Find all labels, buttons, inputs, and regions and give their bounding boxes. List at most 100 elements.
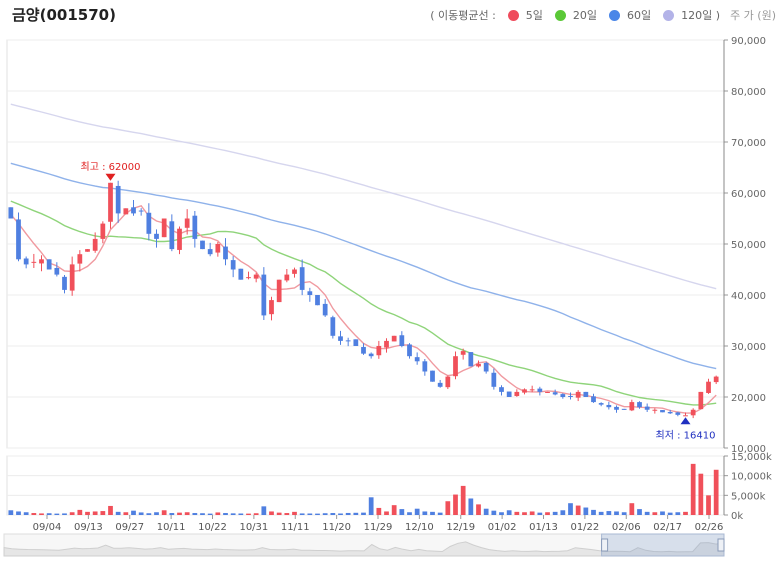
volume-bar — [54, 513, 60, 515]
date-tick-label: 02/17 — [653, 522, 682, 533]
navigator-selection[interactable] — [601, 533, 725, 557]
volume-bar — [384, 511, 389, 515]
date-tick-label: 10/11 — [157, 522, 186, 533]
candle-body — [468, 352, 474, 367]
volume-bar — [376, 507, 382, 515]
volume-bar — [223, 513, 228, 515]
volume-bar — [23, 512, 29, 515]
volume-bar — [62, 513, 67, 515]
candle-body — [85, 249, 90, 252]
volume-bar — [644, 511, 650, 515]
annotations: 최고 : 62000 최저 : 16410 — [81, 161, 716, 442]
volume-bar — [522, 512, 527, 515]
candle-body — [92, 238, 98, 251]
volume-bar — [207, 513, 213, 515]
candle-body — [246, 277, 251, 279]
date-tick-label: 12/19 — [446, 522, 475, 533]
volume-tick-label: 0k — [731, 511, 743, 522]
candle-body — [315, 295, 320, 306]
candle-body — [491, 372, 497, 387]
candle-body — [39, 259, 44, 264]
candle-body — [361, 347, 366, 354]
volume-bar — [368, 497, 374, 515]
volume-bar — [77, 509, 83, 515]
candle-body — [292, 269, 297, 274]
candle-body — [583, 391, 589, 397]
volume-bar — [560, 510, 566, 515]
candle-body — [16, 219, 21, 260]
candle-body — [230, 260, 236, 270]
candle-body — [591, 396, 596, 403]
candle-body — [253, 274, 259, 279]
date-tick-label: 01/13 — [529, 522, 558, 533]
candle-body — [629, 402, 635, 411]
low-marker-icon — [680, 417, 691, 425]
candle-body — [598, 403, 604, 405]
date-tick-label: 11/29 — [364, 522, 393, 533]
candlestick-series — [8, 180, 719, 419]
candle-body — [54, 267, 60, 275]
volume-bar — [192, 513, 198, 515]
volume-bar — [345, 512, 351, 515]
navigator-right-handle[interactable] — [717, 538, 725, 552]
volume-bar — [299, 513, 305, 515]
date-tick-label: 02/06 — [612, 522, 641, 533]
date-tick-label: 10/22 — [198, 522, 227, 533]
price-tick-label: 80,000 — [731, 87, 766, 98]
volume-bar — [154, 512, 159, 515]
candle-body — [192, 215, 198, 239]
candle-body — [529, 389, 535, 391]
volume-bar — [652, 512, 658, 515]
volume-grid — [6, 455, 725, 516]
navigator[interactable] — [3, 533, 725, 557]
candle-body — [399, 335, 405, 346]
candle-body — [499, 387, 504, 392]
volume-bar — [230, 513, 236, 515]
candle-body — [422, 361, 428, 372]
navigator-left-handle[interactable] — [601, 538, 609, 552]
volume-bar — [108, 505, 113, 515]
volume-bar — [698, 473, 704, 515]
candle-body — [506, 391, 512, 397]
candle-body — [483, 362, 489, 372]
date-tick-label: 09/13 — [74, 522, 103, 533]
volume-tick-label: 10,000k — [731, 472, 772, 483]
candle-body — [445, 376, 451, 388]
high-label: 최고 : 62000 — [81, 161, 141, 173]
candle-body — [652, 409, 658, 411]
volume-bar — [606, 511, 612, 515]
volume-bar — [683, 511, 688, 515]
date-tick-label: 02/26 — [695, 522, 724, 533]
volume-bar — [621, 512, 627, 515]
volume-bar — [552, 511, 558, 515]
candle-body — [384, 340, 389, 348]
volume-bar — [690, 463, 696, 515]
volume-bar — [514, 511, 520, 515]
candle-body — [8, 207, 14, 219]
volume-bar — [667, 512, 673, 515]
volume-bar — [430, 511, 435, 515]
volume-bar — [353, 512, 359, 515]
date-tick-label: 11/11 — [281, 522, 310, 533]
candle-body — [414, 357, 420, 362]
volume-bar — [414, 508, 420, 515]
volume-bar — [338, 513, 343, 515]
volume-bar — [422, 511, 428, 515]
price-tick-label: 70,000 — [731, 138, 766, 149]
candle-body — [200, 240, 205, 250]
price-tick-label: 60,000 — [731, 189, 766, 200]
candle-body — [31, 261, 37, 263]
volume-bar — [307, 513, 313, 515]
candle-body — [683, 415, 688, 417]
candle-body — [476, 363, 481, 367]
volume-bar — [713, 469, 719, 515]
candle-body — [330, 317, 336, 336]
candle-body — [660, 410, 665, 413]
moving-average-lines — [10, 103, 717, 414]
candle-body — [437, 382, 443, 387]
volume-bar — [131, 510, 136, 515]
candle-body — [545, 391, 550, 393]
volume-bar — [476, 504, 481, 515]
candle-body — [284, 274, 290, 281]
candle-body — [169, 221, 175, 250]
